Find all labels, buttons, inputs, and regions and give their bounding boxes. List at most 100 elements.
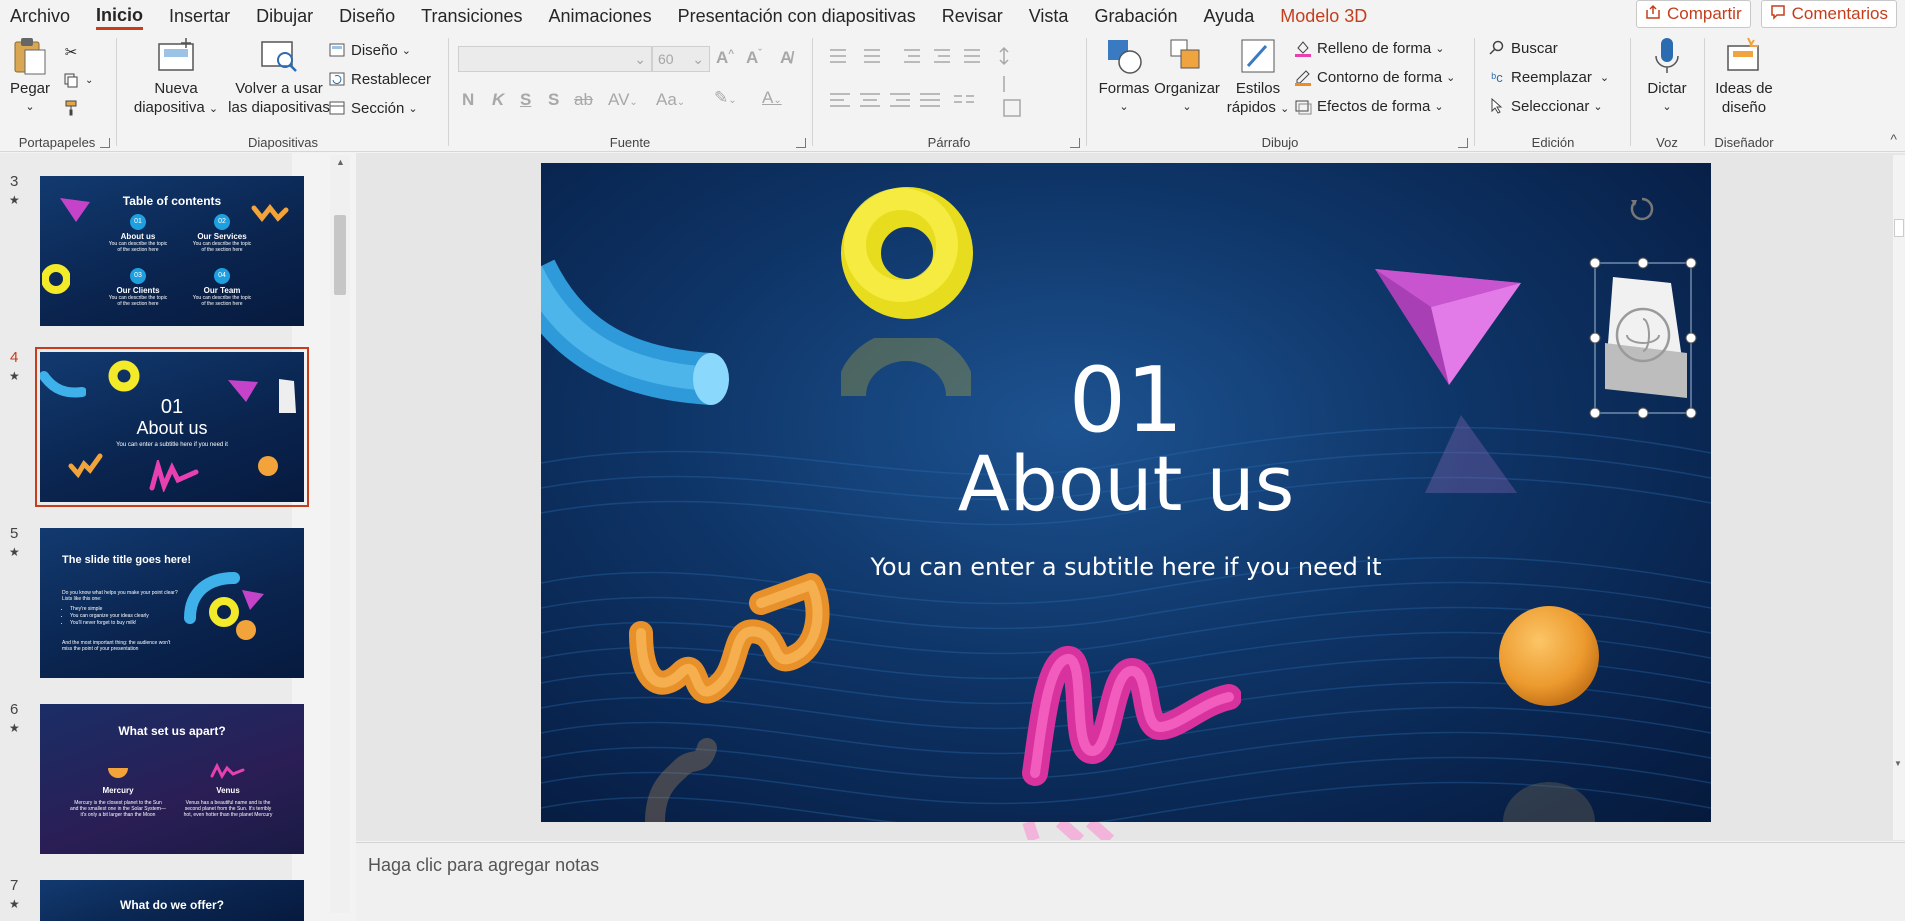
tab-vista[interactable]: Vista <box>1029 2 1069 30</box>
ribbon-separator <box>448 38 449 146</box>
replace-button[interactable]: ᵇc Reemplazar ⌄ <box>1488 65 1609 89</box>
clear-format-icon[interactable]: A̸ <box>780 48 792 68</box>
reset-button[interactable]: Restablecer <box>328 67 431 91</box>
main-vertical-scrollbar[interactable]: ▼ <box>1893 155 1905 840</box>
shadow-icon[interactable]: S <box>548 90 559 110</box>
slide-thumbnail-panel: 3 ★ Table of contents 01 About us You ca… <box>0 153 309 921</box>
search-icon <box>1488 39 1506 57</box>
thumbnail-scrollbar[interactable]: ▲ <box>330 155 350 913</box>
font-color-icon[interactable]: A⌄ <box>762 88 782 108</box>
paintbrush-icon <box>62 99 80 117</box>
tab-ayuda[interactable]: Ayuda <box>1204 2 1255 30</box>
tab-revisar[interactable]: Revisar <box>942 2 1003 30</box>
paragraph-tools-icons[interactable] <box>824 46 1074 126</box>
thumb-bullet: You'll never forget to buy milk! <box>70 620 178 627</box>
slide-thumbnail-7[interactable]: What do we offer? <box>40 880 304 921</box>
tab-animaciones[interactable]: Animaciones <box>549 2 652 30</box>
scrollbar-thumb[interactable] <box>1894 219 1904 237</box>
current-slide[interactable]: 01 About us You can enter a subtitle her… <box>541 163 1711 822</box>
collapse-ribbon-icon[interactable]: ^ <box>1890 131 1897 147</box>
section-button[interactable]: Sección ⌄ <box>328 96 418 120</box>
new-slide-button[interactable]: Nueva diapositiva ⌄ <box>126 36 226 119</box>
font-dialog-launcher[interactable] <box>796 138 806 148</box>
chevron-down-icon: ⌄ <box>1435 42 1445 55</box>
arrange-button[interactable]: Organizar ⌄ <box>1152 36 1222 117</box>
scroll-up-icon[interactable]: ▲ <box>336 157 345 167</box>
tab-presentacion[interactable]: Presentación con diapositivas <box>678 2 916 30</box>
comments-button[interactable]: Comentarios <box>1760 0 1897 28</box>
thumb-bullet: They're simple <box>70 606 178 613</box>
bold-icon[interactable]: N <box>462 90 474 110</box>
increase-font-icon[interactable]: A^ <box>716 48 734 68</box>
thumb-toc-title: Our Services <box>197 232 247 241</box>
format-painter-button[interactable] <box>62 96 85 120</box>
strikethrough-icon[interactable]: ab <box>574 90 593 110</box>
tab-transiciones[interactable]: Transiciones <box>421 2 522 30</box>
notes-pane[interactable]: Haga clic para agregar notas <box>356 842 1905 921</box>
dictate-button[interactable]: Dictar ⌄ <box>1640 36 1694 117</box>
orange-squiggle-shape <box>629 573 830 704</box>
chevron-down-icon: ⌄ <box>1662 101 1672 113</box>
shapes-button[interactable]: Formas ⌄ <box>1096 36 1152 117</box>
italic-icon[interactable]: K <box>492 90 504 110</box>
shape-effects-button[interactable]: Efectos de forma ⌄ <box>1294 94 1444 118</box>
slide-number-title[interactable]: 01 <box>541 353 1711 449</box>
yellow-torus-shape <box>841 187 973 319</box>
shape-outline-button[interactable]: Contorno de forma ⌄ <box>1294 65 1455 89</box>
change-case-icon[interactable]: Aa⌄ <box>656 90 685 110</box>
thumb-torus-shape <box>42 264 70 294</box>
char-spacing-icon[interactable]: AV⌄ <box>608 90 638 110</box>
underline-icon[interactable]: S <box>520 90 531 110</box>
slide-thumbnail-6[interactable]: What set us apart? Mercury Mercury is th… <box>40 704 304 854</box>
highlight-icon[interactable]: ✎⌄ <box>714 88 737 108</box>
shape-fill-button[interactable]: Relleno de forma ⌄ <box>1294 36 1444 60</box>
slide-thumbnail-4[interactable]: 01 About us You can enter a subtitle her… <box>35 347 309 507</box>
slide-thumbnail-3[interactable]: Table of contents 01 About us You can de… <box>40 176 304 326</box>
quick-styles-label-2: rápidos <box>1226 99 1276 116</box>
slide-thumbnail-5[interactable]: The slide title goes here! Do you know w… <box>40 528 304 678</box>
thumb-toc-item: 04 Our Team You can describe the topic o… <box>190 268 254 307</box>
scrollbar-thumb[interactable] <box>334 215 346 295</box>
tab-inicio[interactable]: Inicio <box>96 3 144 30</box>
layout-button[interactable]: Diseño ⌄ <box>328 38 411 62</box>
ribbon-separator <box>116 38 117 146</box>
font-name-select[interactable]: ⌄ <box>458 46 652 72</box>
drawing-dialog-launcher[interactable] <box>1458 138 1468 148</box>
ribbon-separator <box>1474 38 1475 146</box>
drawing-group: Formas ⌄ Organizar ⌄ Estilos rápidos ⌄ R… <box>1088 32 1472 152</box>
font-size-select[interactable]: 60 ⌄ <box>652 46 710 72</box>
reuse-slides-button[interactable]: Volver a usar las diapositivas <box>226 36 332 117</box>
arrange-label: Organizar <box>1154 80 1220 97</box>
cut-button[interactable]: ✂ <box>62 40 85 64</box>
tab-insertar[interactable]: Insertar <box>169 2 230 30</box>
tab-diseno[interactable]: Diseño <box>339 2 395 30</box>
tab-grabacion[interactable]: Grabación <box>1094 2 1177 30</box>
design-ideas-button[interactable]: Ideas de diseño <box>1710 36 1778 117</box>
paragraph-dialog-launcher[interactable] <box>1070 138 1080 148</box>
new-slide-label-1: Nueva <box>154 80 198 97</box>
share-button[interactable]: Compartir <box>1636 0 1751 28</box>
tab-modelo-3d[interactable]: Modelo 3D <box>1280 2 1367 30</box>
animation-star-icon: ★ <box>9 721 20 735</box>
find-button[interactable]: Buscar <box>1488 36 1558 60</box>
font-group-label: Fuente <box>609 135 651 150</box>
ribbon-separator <box>1086 38 1087 146</box>
copy-button[interactable]: ⌄ <box>62 68 93 92</box>
scroll-down-icon[interactable]: ▼ <box>1894 759 1902 768</box>
chevron-down-icon: ⌄ <box>1593 100 1603 113</box>
tab-archivo[interactable]: Archivo <box>10 2 70 30</box>
slide-title[interactable]: About us <box>541 443 1711 525</box>
designer-group-label: Diseñador <box>1714 135 1774 150</box>
slide-number: 6 <box>10 701 19 718</box>
chevron-down-icon: ⌄ <box>85 74 94 86</box>
decrease-font-icon[interactable]: Aˇ <box>746 48 762 68</box>
tab-dibujar[interactable]: Dibujar <box>256 2 313 30</box>
section-label: Sección <box>351 99 405 117</box>
chevron-down-icon: ⌄ <box>634 50 646 67</box>
animation-star-icon: ★ <box>9 193 20 207</box>
quick-styles-button[interactable]: Estilos rápidos ⌄ <box>1222 36 1294 119</box>
notes-placeholder[interactable]: Haga clic para agregar notas <box>368 855 599 876</box>
select-button[interactable]: Seleccionar ⌄ <box>1488 94 1603 118</box>
paste-button[interactable]: Pegar ⌄ <box>6 36 54 117</box>
clipboard-dialog-launcher[interactable] <box>100 138 110 148</box>
